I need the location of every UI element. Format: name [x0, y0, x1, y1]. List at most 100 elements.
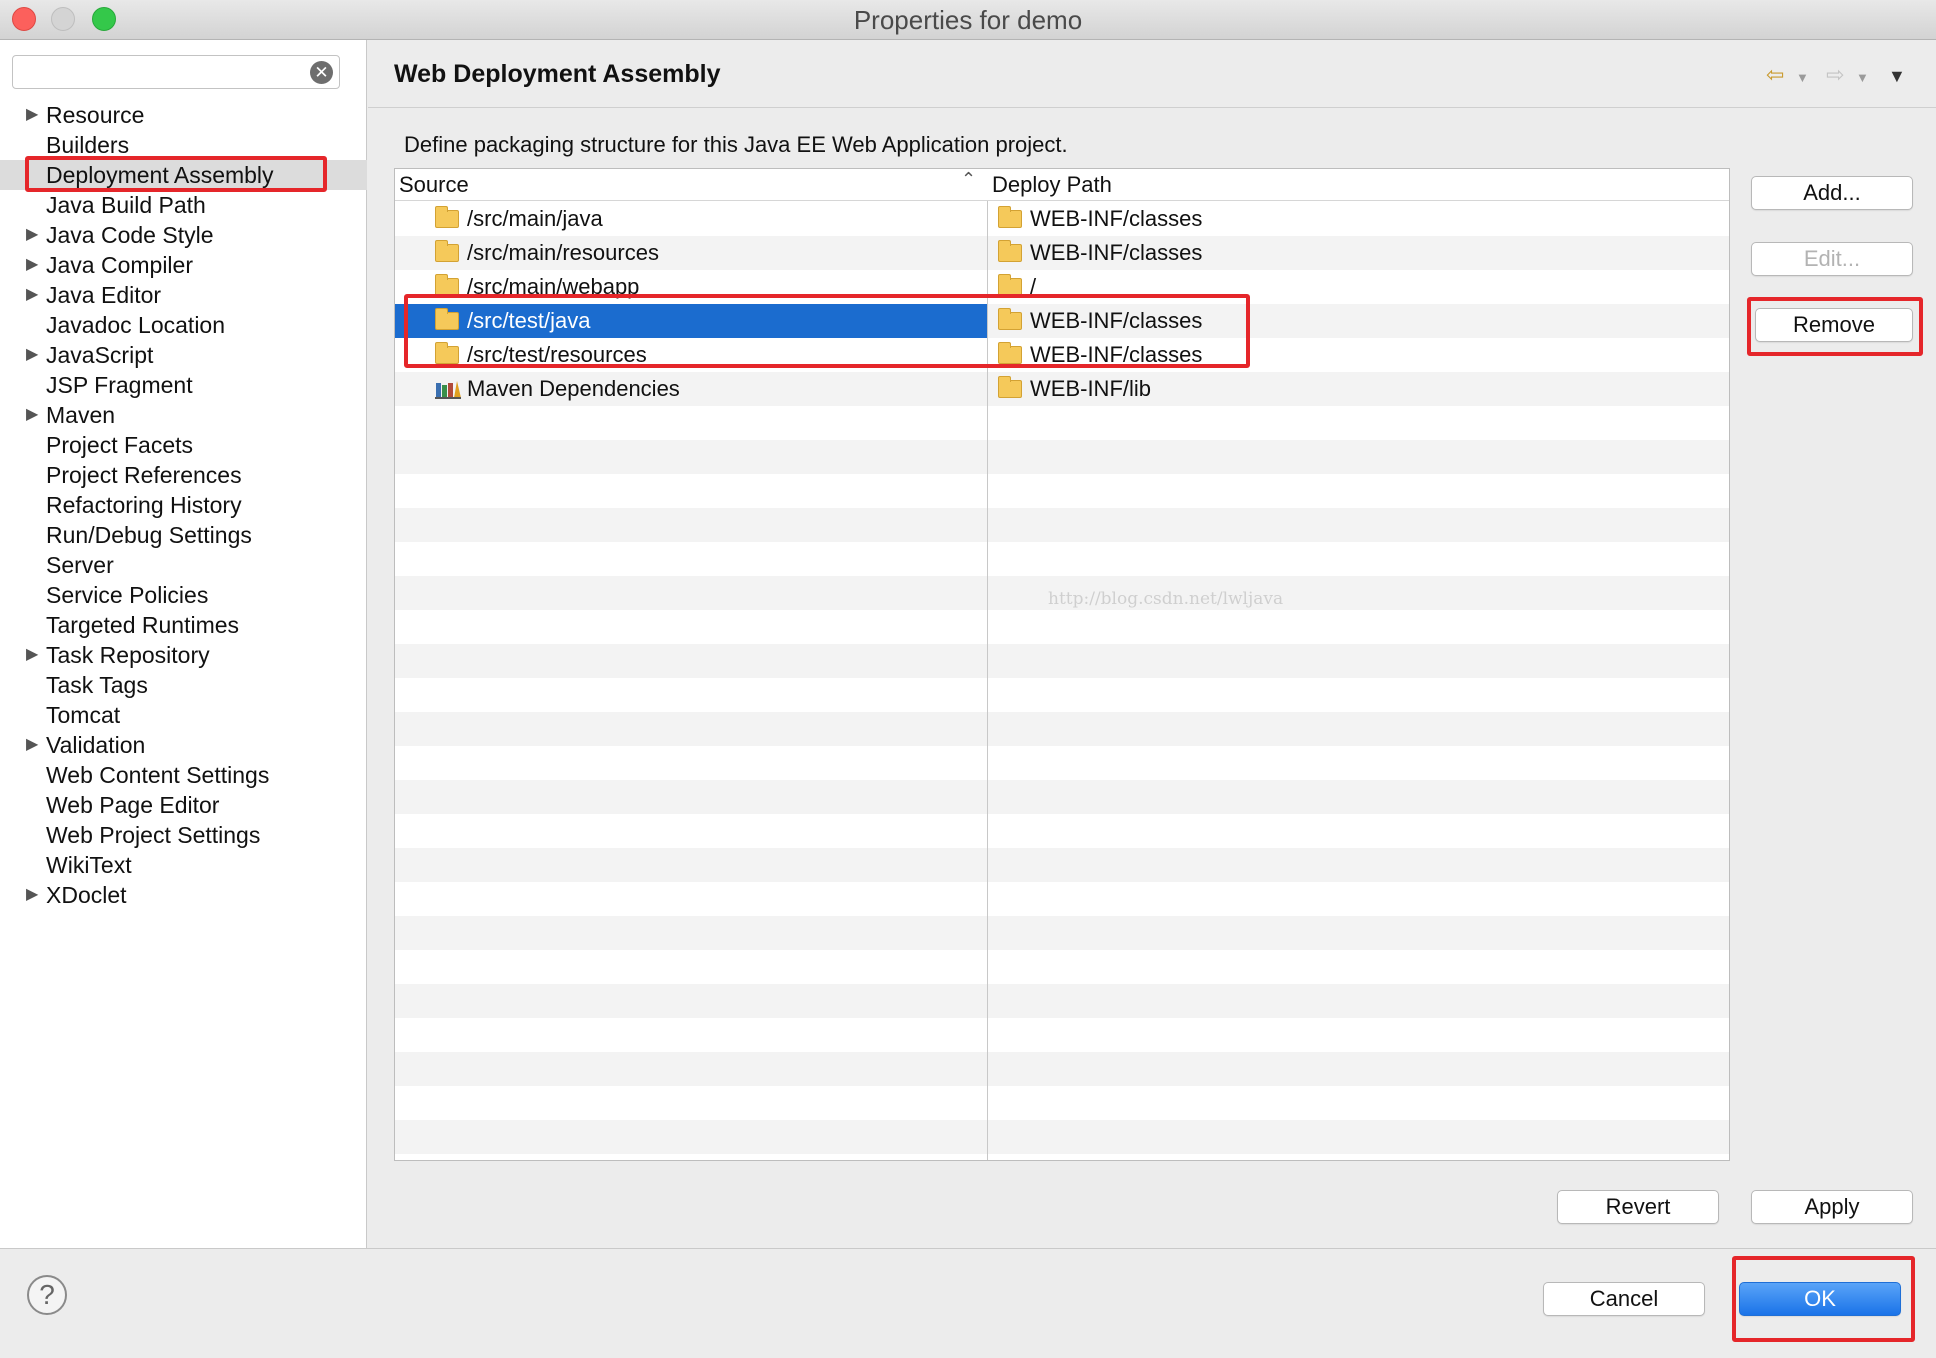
source-path: /src/main/resources — [467, 240, 659, 265]
nav-item-jsp-fragment[interactable]: JSP Fragment — [0, 370, 367, 400]
page-title: Web Deployment Assembly — [394, 60, 721, 88]
nav-item-label: Validation — [46, 732, 146, 758]
nav-item-task-repository[interactable]: ▶ Task Repository — [0, 640, 367, 670]
filter-input[interactable] — [21, 56, 301, 87]
nav-item-project-references[interactable]: Project References — [0, 460, 367, 490]
nav-item-java-compiler[interactable]: ▶ Java Compiler — [0, 250, 367, 280]
deploy-path: WEB-INF/classes — [1030, 206, 1203, 231]
window-title: Properties for demo — [853, 5, 1083, 35]
nav-item-javadoc-location[interactable]: Javadoc Location — [0, 310, 367, 340]
table-stripe — [395, 780, 1729, 814]
expand-arrow-icon[interactable]: ▶ — [26, 220, 38, 250]
table-row[interactable]: /src/test/resources WEB-INF/classes — [395, 338, 1729, 372]
expand-arrow-icon[interactable]: ▶ — [26, 880, 38, 910]
nav-item-web-project-settings[interactable]: Web Project Settings — [0, 820, 367, 850]
table-stripe — [395, 814, 1729, 848]
panel-header: Web Deployment Assembly ⇦ ▼ ⇨ ▼ ▼ — [368, 40, 1936, 108]
nav-item-server[interactable]: Server — [0, 550, 367, 580]
nav-item-label: Java Editor — [46, 282, 162, 308]
help-icon[interactable]: ? — [27, 1275, 67, 1315]
nav-item-validation[interactable]: ▶ Validation — [0, 730, 367, 760]
source-path: Maven Dependencies — [467, 376, 680, 401]
cancel-button[interactable]: Cancel — [1543, 1282, 1705, 1316]
nav-item-label: Web Project Settings — [46, 822, 261, 848]
table-stripe — [395, 542, 1729, 576]
deploy-path-cell[interactable]: WEB-INF/classes — [988, 202, 1729, 236]
nav-item-refactoring-history[interactable]: Refactoring History — [0, 490, 367, 520]
add-button[interactable]: Add... — [1751, 176, 1913, 210]
view-menu-icon[interactable]: ▼ — [1888, 66, 1906, 87]
table-row[interactable]: Maven Dependencies WEB-INF/lib — [395, 372, 1729, 406]
source-cell[interactable]: /src/test/resources — [395, 338, 987, 372]
nav-item-javascript[interactable]: ▶ JavaScript — [0, 340, 367, 370]
expand-arrow-icon[interactable]: ▶ — [26, 250, 38, 280]
source-cell[interactable]: /src/main/resources — [395, 236, 987, 270]
deploy-path-cell[interactable]: WEB-INF/classes — [988, 236, 1729, 270]
expand-arrow-icon[interactable]: ▶ — [26, 100, 38, 130]
nav-item-targeted-runtimes[interactable]: Targeted Runtimes — [0, 610, 367, 640]
table-stripe — [395, 474, 1729, 508]
nav-item-label: XDoclet — [46, 882, 127, 908]
highlight-box-deployment-assembly — [25, 156, 327, 192]
expand-arrow-icon[interactable]: ▶ — [26, 280, 38, 310]
nav-item-label: JSP Fragment — [46, 372, 193, 398]
forward-history-dropdown-icon[interactable]: ▼ — [1856, 70, 1869, 85]
nav-item-java-editor[interactable]: ▶ Java Editor — [0, 280, 367, 310]
source-cell[interactable]: /src/main/java — [395, 202, 987, 236]
watermark-text: http://blog.csdn.net/lwljava — [1048, 589, 1284, 609]
folder-icon — [998, 206, 1022, 228]
table-row[interactable]: /src/main/webapp / — [395, 270, 1729, 304]
deploy-path-cell[interactable]: WEB-INF/classes — [988, 304, 1729, 338]
nav-item-run-debug-settings[interactable]: Run/Debug Settings — [0, 520, 367, 550]
nav-item-task-tags[interactable]: Task Tags — [0, 670, 367, 700]
column-header-deploy-path[interactable]: Deploy Path — [988, 169, 1729, 201]
nav-item-label: Maven — [46, 402, 116, 428]
deploy-path-cell[interactable]: WEB-INF/classes — [988, 338, 1729, 372]
table-body: /src/main/java WEB-INF/classes/src/main/r… — [395, 202, 1729, 406]
nav-item-xdoclet[interactable]: ▶ XDoclet — [0, 880, 367, 910]
nav-item-label: WikiText — [46, 852, 132, 878]
source-cell[interactable]: Maven Dependencies — [395, 372, 987, 406]
table-stripe — [395, 848, 1729, 882]
nav-item-label: Web Content Settings — [46, 762, 270, 788]
table-row[interactable]: /src/test/java WEB-INF/classes — [395, 304, 1729, 338]
nav-item-maven[interactable]: ▶ Maven — [0, 400, 367, 430]
nav-item-tomcat[interactable]: Tomcat — [0, 700, 367, 730]
nav-item-resource[interactable]: ▶ Resource — [0, 100, 367, 130]
nav-item-service-policies[interactable]: Service Policies — [0, 580, 367, 610]
apply-button[interactable]: Apply — [1751, 1190, 1913, 1224]
dialog-footer: ? Cancel OK — [0, 1248, 1936, 1358]
revert-button[interactable]: Revert — [1557, 1190, 1719, 1224]
deploy-path-cell[interactable]: / — [988, 270, 1729, 304]
folder-icon — [998, 376, 1022, 398]
nav-item-wikitext[interactable]: WikiText — [0, 850, 367, 880]
nav-item-project-facets[interactable]: Project Facets — [0, 430, 367, 460]
source-cell[interactable]: /src/main/webapp — [395, 270, 987, 304]
table-stripe — [395, 406, 1729, 440]
expand-arrow-icon[interactable]: ▶ — [26, 640, 38, 670]
nav-item-label: Run/Debug Settings — [46, 522, 252, 548]
nav-item-java-code-style[interactable]: ▶ Java Code Style — [0, 220, 367, 250]
table-row[interactable]: /src/main/resources WEB-INF/classes — [395, 236, 1729, 270]
nav-item-web-content-settings[interactable]: Web Content Settings — [0, 760, 367, 790]
column-header-source[interactable]: Source — [395, 169, 987, 201]
ok-button[interactable]: OK — [1739, 1282, 1901, 1316]
expand-arrow-icon[interactable]: ▶ — [26, 400, 38, 430]
nav-item-java-build-path[interactable]: Java Build Path — [0, 190, 367, 220]
clear-filter-icon[interactable]: ✕ — [310, 61, 333, 84]
forward-arrow-icon[interactable]: ⇨ — [1826, 62, 1844, 88]
folder-icon — [435, 274, 459, 296]
table-row[interactable]: /src/main/java WEB-INF/classes — [395, 202, 1729, 236]
nav-item-label: Web Page Editor — [46, 792, 220, 818]
deploy-path-cell[interactable]: WEB-INF/lib — [988, 372, 1729, 406]
source-cell[interactable]: /src/test/java — [395, 304, 987, 338]
deploy-path: WEB-INF/classes — [1030, 342, 1203, 367]
back-history-dropdown-icon[interactable]: ▼ — [1796, 70, 1809, 85]
expand-arrow-icon[interactable]: ▶ — [26, 340, 38, 370]
nav-item-web-page-editor[interactable]: Web Page Editor — [0, 790, 367, 820]
remove-button[interactable]: Remove — [1755, 308, 1913, 342]
expand-arrow-icon[interactable]: ▶ — [26, 730, 38, 760]
back-arrow-icon[interactable]: ⇦ — [1766, 62, 1784, 88]
edit-button: Edit... — [1751, 242, 1913, 276]
table-header: Source ⌃ Deploy Path — [395, 169, 1729, 201]
